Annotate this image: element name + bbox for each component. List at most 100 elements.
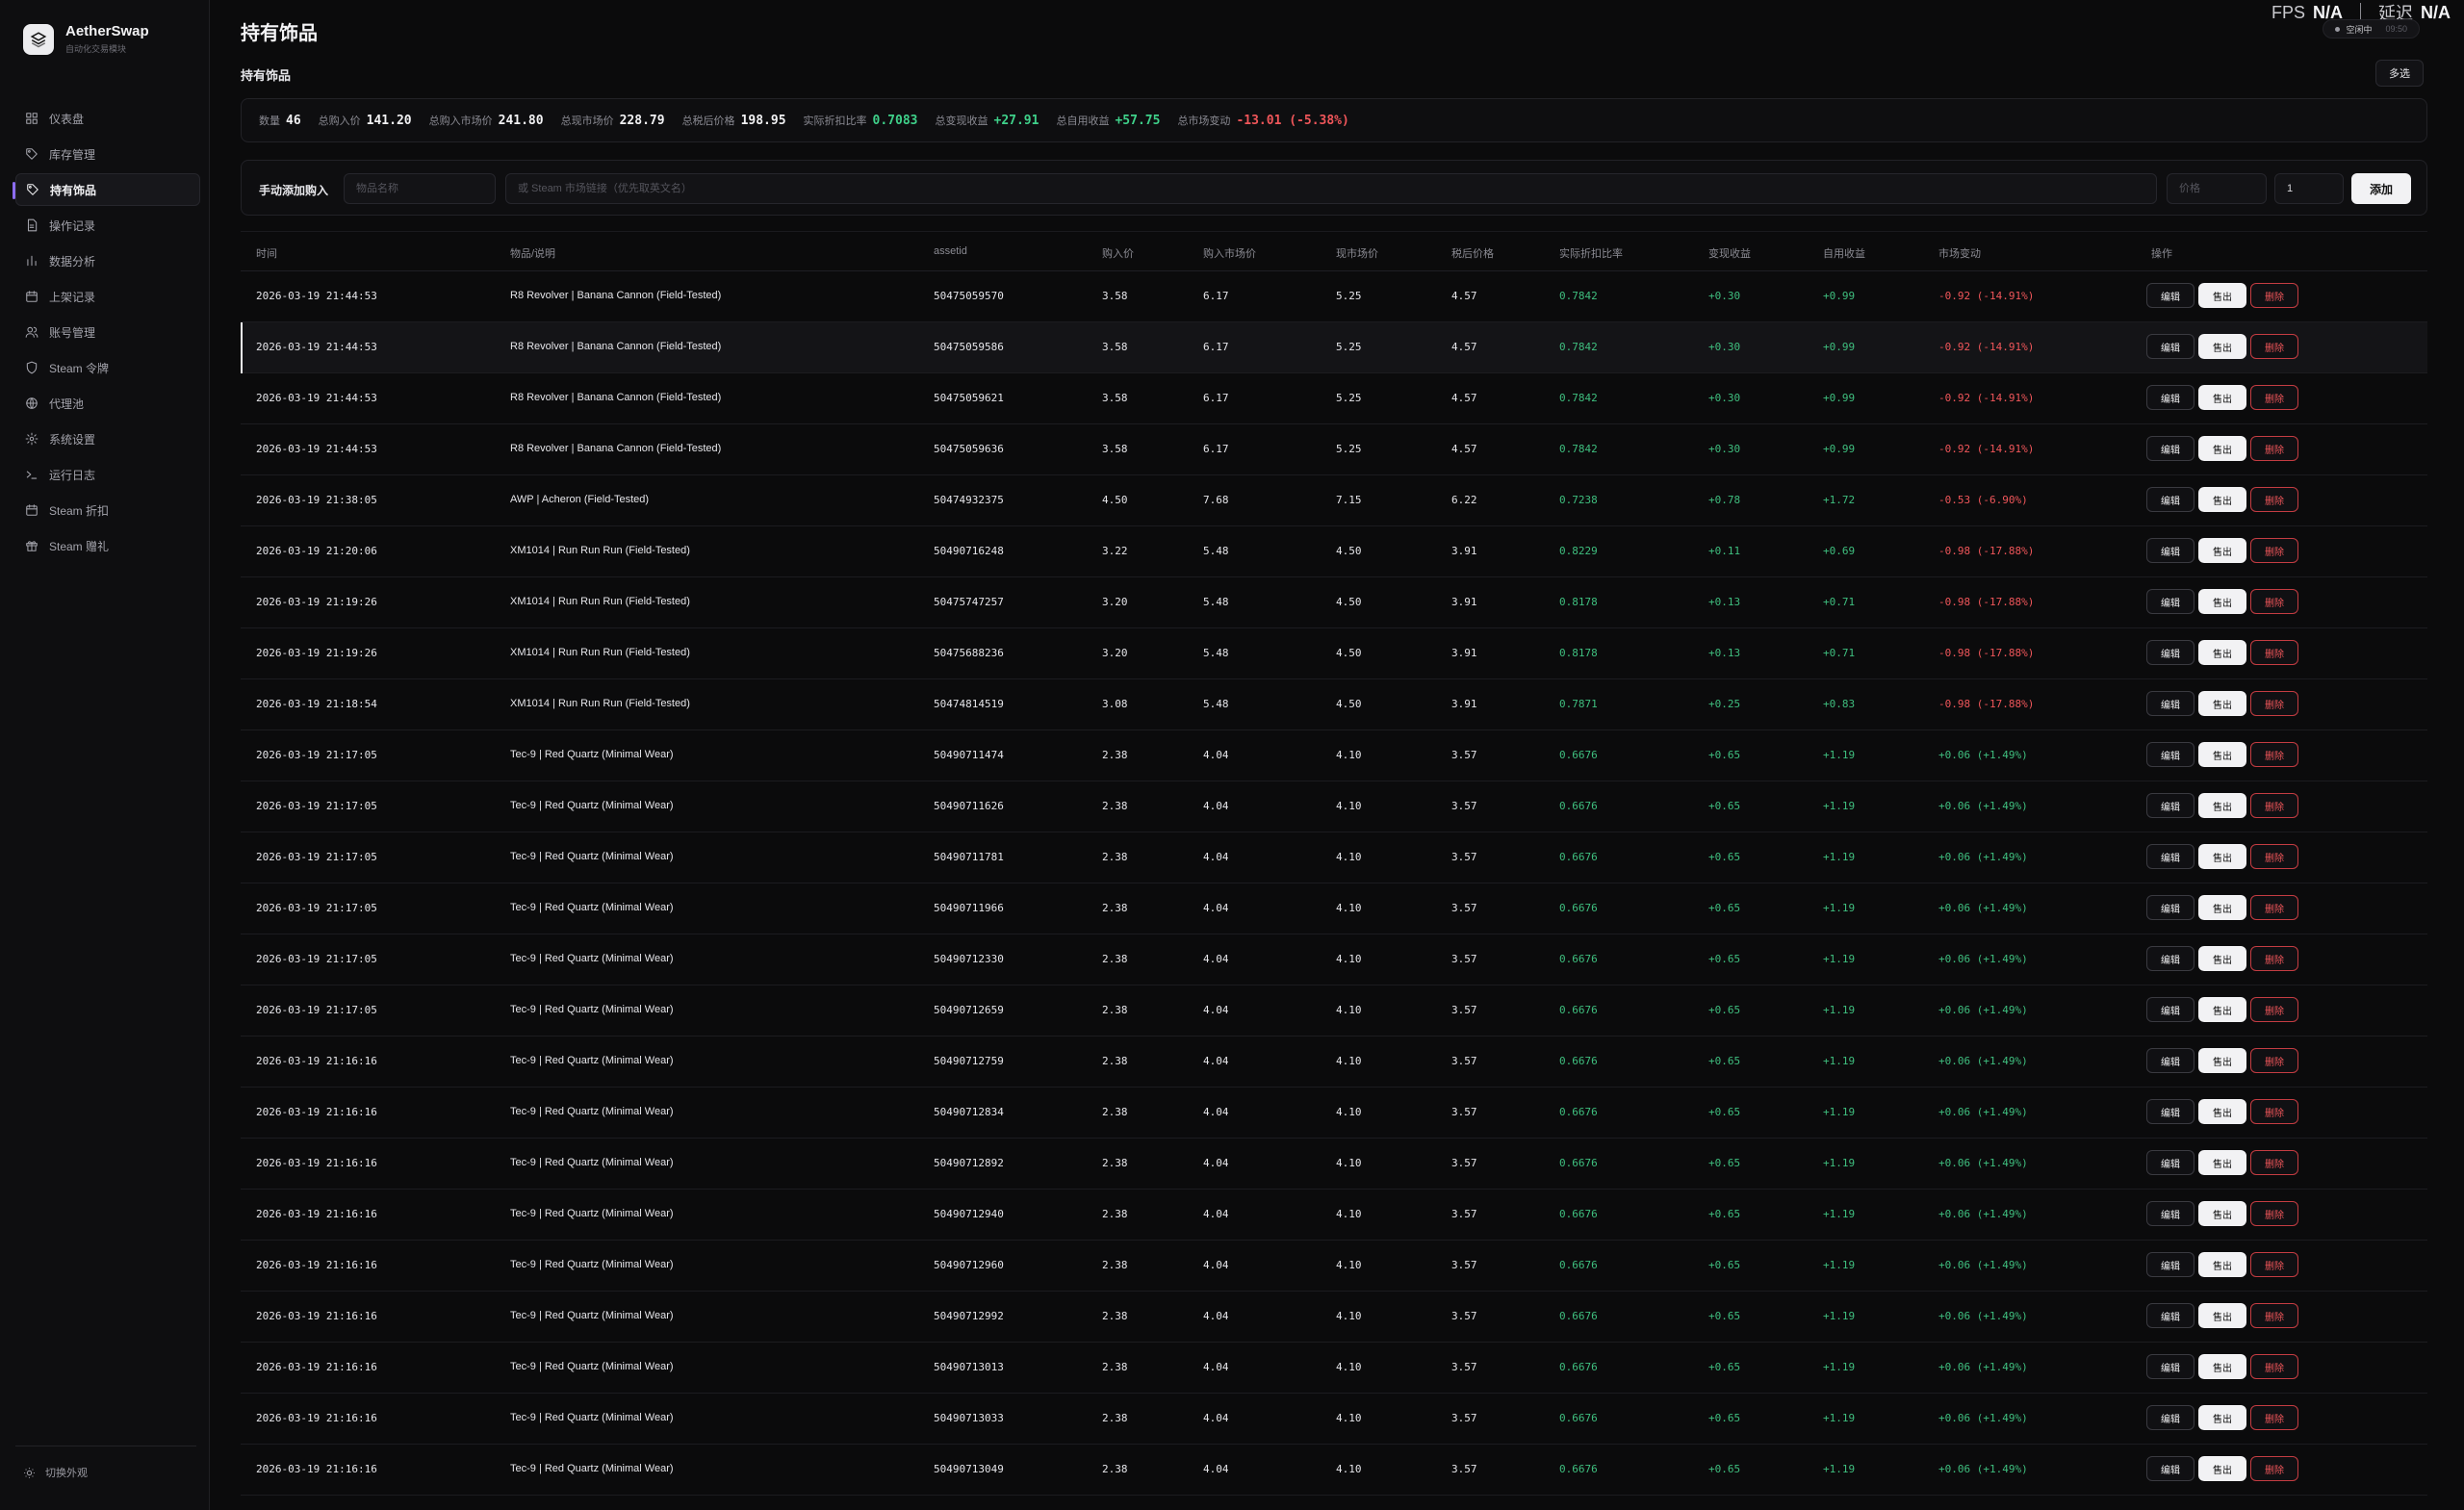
delete-button[interactable]: 删除 [2250,793,2298,818]
quantity-input[interactable] [2274,173,2344,204]
sell-button[interactable]: 售出 [2198,1405,2246,1430]
table-row[interactable]: 2026-03-19 21:44:53 R8 Revolver | Banana … [241,373,2427,424]
sell-button[interactable]: 售出 [2198,1201,2246,1226]
sidebar-item-9[interactable]: 系统设置 [15,422,200,455]
delete-button[interactable]: 删除 [2250,334,2298,359]
sidebar-item-3[interactable]: 操作记录 [15,209,200,242]
sidebar-item-11[interactable]: Steam 折扣 [15,494,200,526]
add-button[interactable]: 添加 [2351,173,2411,204]
sidebar-item-5[interactable]: 上架记录 [15,280,200,313]
delete-button[interactable]: 删除 [2250,589,2298,614]
table-row[interactable]: 2026-03-19 21:44:53 R8 Revolver | Banana … [241,271,2427,322]
sidebar-item-0[interactable]: 仪表盘 [15,102,200,135]
delete-button[interactable]: 删除 [2250,1099,2298,1124]
table-row[interactable]: 2026-03-19 21:16:16 Tec-9 | Red Quartz (M… [241,1394,2427,1445]
delete-button[interactable]: 删除 [2250,640,2298,665]
edit-button[interactable]: 编辑 [2146,742,2194,767]
sell-button[interactable]: 售出 [2198,385,2246,410]
table-row[interactable]: 2026-03-19 21:38:05 AWP | Acheron (Field-… [241,475,2427,526]
table-row[interactable]: 2026-03-19 21:16:16 Tec-9 | Red Quartz (M… [241,1037,2427,1088]
delete-button[interactable]: 删除 [2250,487,2298,512]
sell-button[interactable]: 售出 [2198,1150,2246,1175]
table-row[interactable]: 2026-03-19 21:17:05 Tec-9 | Red Quartz (M… [241,883,2427,934]
edit-button[interactable]: 编辑 [2146,589,2194,614]
sidebar-item-10[interactable]: 运行日志 [15,458,200,491]
sidebar-item-8[interactable]: 代理池 [15,387,200,420]
sell-button[interactable]: 售出 [2198,691,2246,716]
sell-button[interactable]: 售出 [2198,1252,2246,1277]
table-row[interactable]: 2026-03-19 21:19:26 XM1014 | Run Run Run … [241,628,2427,679]
sell-button[interactable]: 售出 [2198,844,2246,869]
sell-button[interactable]: 售出 [2198,640,2246,665]
delete-button[interactable]: 删除 [2250,1048,2298,1073]
delete-button[interactable]: 删除 [2250,742,2298,767]
table-row[interactable]: 2026-03-19 21:20:06 XM1014 | Run Run Run … [241,526,2427,577]
edit-button[interactable]: 编辑 [2146,1099,2194,1124]
delete-button[interactable]: 删除 [2250,895,2298,920]
delete-button[interactable]: 删除 [2250,1150,2298,1175]
multi-select-button[interactable]: 多选 [2375,60,2424,87]
table-row[interactable]: 2026-03-19 21:16:16 Tec-9 | Red Quartz (M… [241,1139,2427,1190]
sell-button[interactable]: 售出 [2198,589,2246,614]
sell-button[interactable]: 售出 [2198,1456,2246,1481]
table-row[interactable]: 2026-03-19 21:44:53 R8 Revolver | Banana … [241,322,2427,373]
sell-button[interactable]: 售出 [2198,334,2246,359]
price-input[interactable] [2167,173,2267,204]
delete-button[interactable]: 删除 [2250,1303,2298,1328]
sell-button[interactable]: 售出 [2198,283,2246,308]
delete-button[interactable]: 删除 [2250,1405,2298,1430]
sidebar-item-1[interactable]: 库存管理 [15,138,200,170]
delete-button[interactable]: 删除 [2250,436,2298,461]
market-link-input[interactable] [505,173,2157,204]
delete-button[interactable]: 删除 [2250,997,2298,1022]
delete-button[interactable]: 删除 [2250,385,2298,410]
delete-button[interactable]: 删除 [2250,1252,2298,1277]
edit-button[interactable]: 编辑 [2146,1405,2194,1430]
edit-button[interactable]: 编辑 [2146,487,2194,512]
table-row[interactable]: 2026-03-19 21:16:16 Tec-9 | Red Quartz (M… [241,1190,2427,1241]
edit-button[interactable]: 编辑 [2146,793,2194,818]
sidebar-item-6[interactable]: 账号管理 [15,316,200,348]
edit-button[interactable]: 编辑 [2146,691,2194,716]
edit-button[interactable]: 编辑 [2146,946,2194,971]
table-row[interactable]: 2026-03-19 21:19:26 XM1014 | Run Run Run … [241,577,2427,628]
edit-button[interactable]: 编辑 [2146,436,2194,461]
edit-button[interactable]: 编辑 [2146,334,2194,359]
delete-button[interactable]: 删除 [2250,1201,2298,1226]
table-row[interactable]: 2026-03-19 21:18:54 XM1014 | Run Run Run … [241,679,2427,730]
edit-button[interactable]: 编辑 [2146,1150,2194,1175]
sell-button[interactable]: 售出 [2198,1099,2246,1124]
sell-button[interactable]: 售出 [2198,946,2246,971]
sell-button[interactable]: 售出 [2198,895,2246,920]
table-row[interactable]: 2026-03-19 21:44:53 R8 Revolver | Banana … [241,424,2427,475]
sidebar-item-2[interactable]: 持有饰品 [13,173,200,206]
sell-button[interactable]: 售出 [2198,793,2246,818]
sidebar-item-12[interactable]: Steam 赠礼 [15,529,200,562]
table-row[interactable]: 2026-03-19 21:17:05 Tec-9 | Red Quartz (M… [241,832,2427,883]
edit-button[interactable]: 编辑 [2146,1456,2194,1481]
sidebar-item-4[interactable]: 数据分析 [15,244,200,277]
edit-button[interactable]: 编辑 [2146,385,2194,410]
sell-button[interactable]: 售出 [2198,1048,2246,1073]
sell-button[interactable]: 售出 [2198,742,2246,767]
edit-button[interactable]: 编辑 [2146,844,2194,869]
table-row[interactable]: 2026-03-19 21:17:05 Tec-9 | Red Quartz (M… [241,985,2427,1037]
edit-button[interactable]: 编辑 [2146,1048,2194,1073]
sell-button[interactable]: 售出 [2198,1303,2246,1328]
delete-button[interactable]: 删除 [2250,538,2298,563]
table-row[interactable]: 2026-03-19 21:17:05 Tec-9 | Red Quartz (M… [241,730,2427,781]
delete-button[interactable]: 删除 [2250,844,2298,869]
edit-button[interactable]: 编辑 [2146,1303,2194,1328]
delete-button[interactable]: 删除 [2250,1354,2298,1379]
sell-button[interactable]: 售出 [2198,487,2246,512]
delete-button[interactable]: 删除 [2250,691,2298,716]
edit-button[interactable]: 编辑 [2146,895,2194,920]
edit-button[interactable]: 编辑 [2146,997,2194,1022]
table-row[interactable]: 2026-03-19 21:16:16 Tec-9 | Red Quartz (M… [241,1241,2427,1292]
table-row[interactable]: 2026-03-19 21:16:16 Tec-9 | Red Quartz (M… [241,1088,2427,1139]
table-row[interactable]: 2026-03-19 21:17:05 Tec-9 | Red Quartz (M… [241,934,2427,985]
delete-button[interactable]: 删除 [2250,1456,2298,1481]
edit-button[interactable]: 编辑 [2146,1201,2194,1226]
edit-button[interactable]: 编辑 [2146,283,2194,308]
table-row[interactable]: 2026-03-19 21:17:05 Tec-9 | Red Quartz (M… [241,781,2427,832]
